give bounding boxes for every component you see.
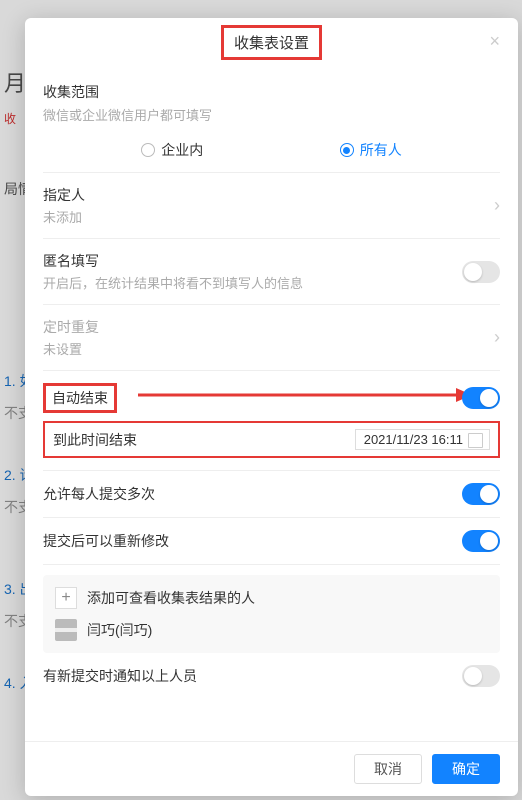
scope-section: 收集范围 微信或企业微信用户都可填写 企业内 所有人 xyxy=(43,70,500,173)
radio-everyone-label: 所有人 xyxy=(360,140,402,160)
dialog-body: 收集范围 微信或企业微信用户都可填写 企业内 所有人 指定人 未添加 › xyxy=(25,66,518,741)
avatar xyxy=(55,619,77,641)
close-icon[interactable]: × xyxy=(489,32,500,50)
radio-everyone[interactable]: 所有人 xyxy=(340,140,402,160)
viewer-user-row: 闫巧(闫巧) xyxy=(55,619,488,641)
edit-after-label: 提交后可以重新修改 xyxy=(43,531,169,551)
chevron-right-icon: › xyxy=(494,327,500,348)
radio-icon xyxy=(141,143,155,157)
anonymous-title: 匿名填写 xyxy=(43,251,462,271)
scope-subtitle: 微信或企业微信用户都可填写 xyxy=(43,105,500,124)
radio-icon xyxy=(340,143,354,157)
scope-title: 收集范围 xyxy=(43,82,500,102)
scope-radio-group: 企业内 所有人 xyxy=(43,136,500,160)
autoend-label: 自动结束 xyxy=(43,383,117,413)
repeat-title: 定时重复 xyxy=(43,317,494,337)
viewers-box: + 添加可查看收集表结果的人 闫巧(闫巧) xyxy=(43,575,500,653)
notify-toggle[interactable] xyxy=(462,665,500,687)
notify-row: 有新提交时通知以上人员 xyxy=(43,653,500,699)
radio-internal[interactable]: 企业内 xyxy=(141,140,203,160)
repeat-row[interactable]: 定时重复 未设置 › xyxy=(43,305,500,371)
multi-submit-row: 允许每人提交多次 xyxy=(43,470,500,518)
plus-icon: + xyxy=(55,587,77,609)
dialog-footer: 取消 确定 xyxy=(25,741,518,796)
repeat-sub: 未设置 xyxy=(43,339,494,358)
designated-sub: 未添加 xyxy=(43,207,494,226)
confirm-button[interactable]: 确定 xyxy=(432,754,500,784)
radio-internal-label: 企业内 xyxy=(161,140,203,160)
viewer-user-name: 闫巧(闫巧) xyxy=(87,620,152,640)
settings-dialog: 收集表设置 × 收集范围 微信或企业微信用户都可填写 企业内 所有人 指定人 未… xyxy=(25,18,518,796)
autoend-toggle[interactable] xyxy=(462,387,500,409)
multi-submit-label: 允许每人提交多次 xyxy=(43,484,155,504)
anonymous-sub: 开启后，在统计结果中将看不到填写人的信息 xyxy=(43,273,462,292)
anonymous-row: 匿名填写 开启后，在统计结果中将看不到填写人的信息 xyxy=(43,239,500,305)
multi-submit-toggle[interactable] xyxy=(462,483,500,505)
dialog-title: 收集表设置 xyxy=(221,25,322,60)
edit-after-row: 提交后可以重新修改 xyxy=(43,518,500,565)
annotation-arrow-icon xyxy=(138,383,468,407)
deadline-row: 到此时间结束 2021/11/23 16:11 xyxy=(43,421,500,458)
add-viewer-button[interactable]: + 添加可查看收集表结果的人 xyxy=(55,587,488,609)
cancel-button[interactable]: 取消 xyxy=(354,754,422,784)
edit-after-toggle[interactable] xyxy=(462,530,500,552)
dialog-header: 收集表设置 × xyxy=(25,18,518,66)
anonymous-toggle[interactable] xyxy=(462,261,500,283)
deadline-label: 到此时间结束 xyxy=(53,430,137,450)
autoend-row: 自动结束 xyxy=(43,371,500,421)
notify-label: 有新提交时通知以上人员 xyxy=(43,666,197,686)
add-viewer-label: 添加可查看收集表结果的人 xyxy=(87,588,255,608)
designated-row[interactable]: 指定人 未添加 › xyxy=(43,173,500,239)
designated-title: 指定人 xyxy=(43,185,494,205)
chevron-right-icon: › xyxy=(494,195,500,216)
deadline-datetime-input[interactable]: 2021/11/23 16:11 xyxy=(355,429,490,450)
